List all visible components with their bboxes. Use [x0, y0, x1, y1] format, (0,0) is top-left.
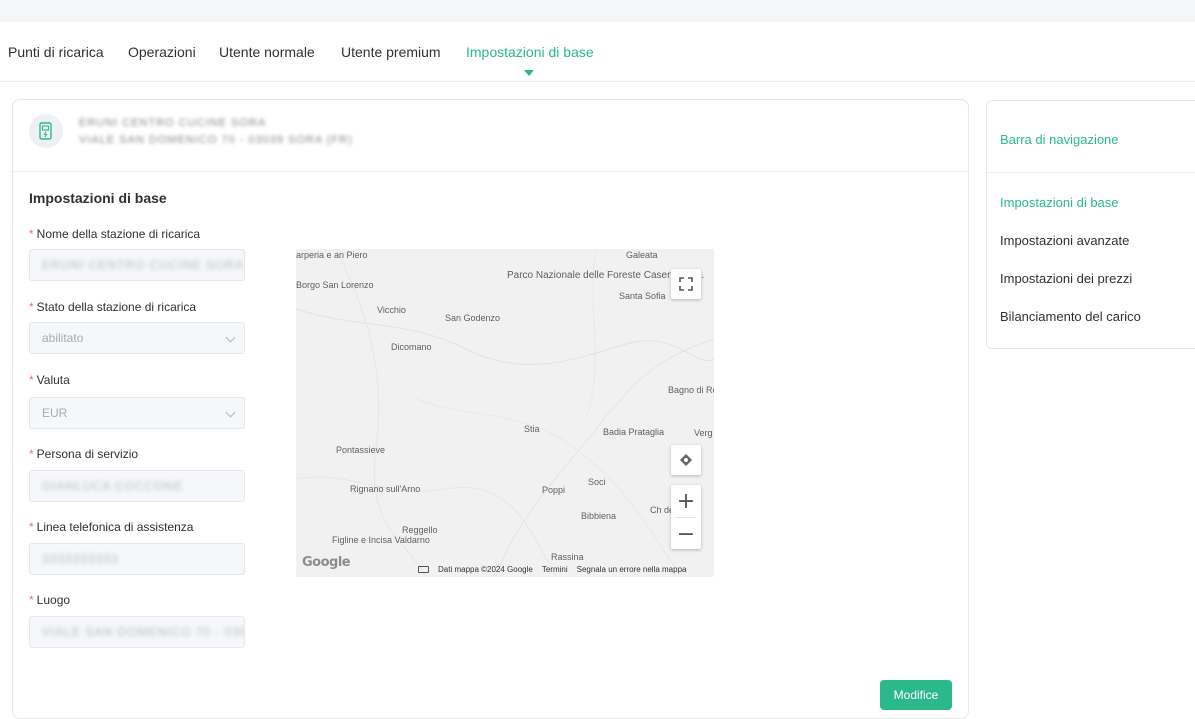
- required-mark: *: [29, 227, 34, 241]
- fullscreen-icon: [679, 277, 693, 291]
- map-place-label: Rassina: [551, 552, 584, 562]
- map-place-label: Parco Nazionale delle Foreste Casentines…: [507, 270, 705, 281]
- chevron-down-icon: [225, 407, 236, 418]
- support-phone-field[interactable]: 3333333333: [29, 543, 245, 575]
- field-label-station-status: * Stato della stazione di ricarica: [29, 300, 197, 314]
- map-place-label: Verg: [694, 428, 713, 438]
- my-location-button[interactable]: [671, 445, 701, 475]
- tab-operations[interactable]: Operazioni: [128, 44, 196, 60]
- top-band: [0, 0, 1195, 22]
- map-place-label: Pontassieve: [336, 445, 386, 455]
- map-report-link[interactable]: Segnala un errore nella mappa: [577, 565, 687, 574]
- tab-bar: Punti di ricarica Operazioni Utente norm…: [0, 22, 1195, 82]
- google-logo: Google: [302, 555, 351, 570]
- map-place-label: Reggello: [402, 525, 438, 535]
- nav-item-basic-settings[interactable]: Impostazioni di base: [1000, 195, 1119, 210]
- tab-premium-user[interactable]: Utente premium: [341, 44, 441, 60]
- edit-button[interactable]: Modifice: [880, 680, 952, 710]
- map-place-label: Bagno di Romagna: [668, 385, 714, 395]
- map-place-label: Vicchio: [377, 305, 406, 315]
- map-place-label: Rignano sull'Arno: [350, 484, 421, 494]
- chevron-down-icon: [225, 332, 236, 343]
- map-place-label: Dicomano: [391, 342, 432, 352]
- station-name: ERUNI CENTRO CUCINE SORA: [79, 117, 267, 129]
- active-tab-indicator: [524, 70, 534, 76]
- tab-charging-points[interactable]: Punti di ricarica: [8, 44, 104, 60]
- charging-station-icon: [29, 114, 63, 148]
- nav-item-load-balancing[interactable]: Bilanciamento del carico: [1000, 309, 1141, 324]
- station-address: VIALE SAN DOMENICO 70 - 03039 SORA (FR): [79, 134, 353, 146]
- map-place-label: Figline e Incisa Valdarno: [332, 535, 430, 545]
- field-label-currency: * Valuta: [29, 373, 70, 387]
- zoom-in-button[interactable]: +: [671, 485, 701, 517]
- location-field[interactable]: VIALE SAN DOMENICO 70 - 03039 SORA: [29, 616, 245, 648]
- zoom-control: + −: [671, 485, 701, 549]
- map-place-label: arperia e an Piero: [296, 250, 368, 260]
- map-place-label: Santa Sofia: [619, 291, 666, 301]
- map-place-label: Borgo San Lorenzo: [296, 280, 374, 290]
- navigation-divider: [987, 172, 1195, 173]
- currency-select[interactable]: EUR: [29, 397, 245, 429]
- map-place-label: Poppi: [542, 485, 566, 495]
- station-header: ERUNI CENTRO CUCINE SORA VIALE SAN DOMEN…: [13, 100, 968, 172]
- tab-normal-user[interactable]: Utente normale: [219, 44, 315, 60]
- section-title: Impostazioni di base: [29, 190, 167, 206]
- field-label-station-name: * Nome della stazione di ricarica: [29, 227, 201, 241]
- map-attribution: Dati mappa ©2024 Google Termini Segnala …: [418, 565, 686, 574]
- fullscreen-button[interactable]: [671, 269, 701, 299]
- field-label-location: * Luogo: [29, 593, 71, 607]
- navigation-title: Barra di navigazione: [1000, 132, 1119, 147]
- zoom-out-button[interactable]: −: [671, 518, 701, 550]
- settings-card: ERUNI CENTRO CUCINE SORA VIALE SAN DOMEN…: [12, 99, 969, 719]
- location-map[interactable]: arperia e an Piero Galeata Borgo San Lor…: [296, 249, 714, 577]
- map-place-label: Stia: [524, 424, 540, 434]
- nav-item-advanced-settings[interactable]: Impostazioni avanzate: [1000, 233, 1129, 248]
- map-place-label: Badia Prataglia: [603, 427, 665, 437]
- station-status-select[interactable]: abilitato: [29, 322, 245, 354]
- map-place-label: San Godenzo: [445, 313, 501, 323]
- map-place-label: Bibbiena: [581, 511, 617, 521]
- location-target-icon: [680, 454, 692, 466]
- field-label-service-person: * Persona di servizio: [29, 447, 139, 461]
- service-person-field[interactable]: GIANLUCA COCCONE: [29, 470, 245, 502]
- tab-basic-settings[interactable]: Impostazioni di base: [466, 44, 594, 60]
- keyboard-icon[interactable]: [418, 566, 429, 573]
- station-name-field[interactable]: ERUNI CENTRO CUCINE SORA: [29, 249, 245, 281]
- map-data-credit: Dati mappa ©2024 Google: [438, 565, 533, 574]
- map-place-label: Galeata: [626, 250, 658, 260]
- nav-item-price-settings[interactable]: Impostazioni dei prezzi: [1000, 271, 1132, 286]
- map-terms-link[interactable]: Termini: [542, 565, 568, 574]
- field-label-support-phone: * Linea telefonica di assistenza: [29, 520, 194, 534]
- map-place-label: Soci: [588, 477, 606, 487]
- navigation-panel: Barra di navigazione Impostazioni di bas…: [986, 100, 1195, 349]
